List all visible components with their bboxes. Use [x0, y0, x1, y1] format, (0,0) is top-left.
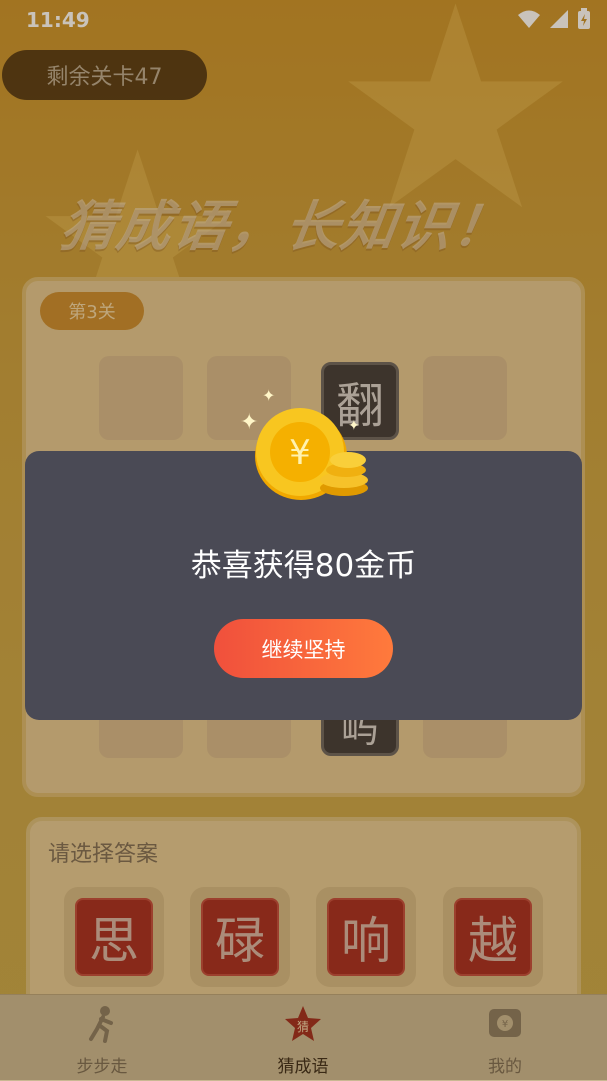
sparkle-icon: ✦	[262, 386, 276, 405]
sparkle-icon: ✦	[348, 418, 360, 434]
sparkle-icon: ✦	[240, 410, 259, 435]
gold-coin-icon: ¥	[255, 408, 368, 500]
coin-symbol: ¥	[289, 433, 311, 473]
reward-message: 恭喜获得80金币	[190, 548, 417, 584]
coin-reward-illustration: ¥ ✦ ✦ ✦	[236, 380, 376, 510]
continue-button[interactable]: 继续坚持	[214, 619, 393, 678]
